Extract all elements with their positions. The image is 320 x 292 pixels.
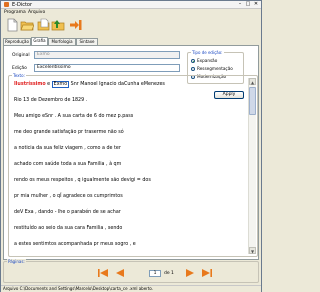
tab-reproducao[interactable]: Reprodução bbox=[3, 38, 31, 45]
minimize-button[interactable]: – bbox=[237, 2, 243, 7]
first-page-icon[interactable] bbox=[97, 267, 109, 279]
text-fragment: e bbox=[45, 82, 52, 87]
menu-arquivo[interactable]: Arquivo bbox=[28, 10, 45, 15]
original-label: Original bbox=[12, 53, 30, 58]
exit-icon[interactable] bbox=[69, 18, 83, 32]
close-button[interactable]: ✕ bbox=[253, 2, 259, 7]
text-group: Texto: Ilustríssimo e Exmo Snr Manoel Ig… bbox=[8, 73, 258, 257]
menu-programa[interactable]: Programa bbox=[4, 10, 26, 15]
radio-checked-icon bbox=[191, 59, 195, 63]
text-line: Rio 13 de Dezembro de 1829 . bbox=[14, 98, 88, 103]
text-line: a estes sentimtos acompanhada pr meus so… bbox=[14, 242, 136, 247]
open-file-icon[interactable] bbox=[36, 18, 50, 32]
app-window: E-Dictor – □ ✕ Programa Arquivo Reproduç… bbox=[0, 0, 262, 292]
tab-morfologia[interactable]: Morfologia bbox=[48, 38, 76, 45]
selected-word[interactable]: Exmo bbox=[51, 81, 70, 88]
text-line: restituído ao seio da sua cara Familia ,… bbox=[14, 226, 123, 231]
menu-bar: Programa Arquivo bbox=[1, 9, 261, 16]
text-line: Ilustríssimo e Exmo Snr Manoel Ignacio d… bbox=[14, 81, 165, 88]
status-bar: Arquivo C:\Documents and Settings\Marcel… bbox=[1, 285, 261, 292]
scroll-down-icon[interactable]: ▼ bbox=[249, 247, 256, 254]
text-line: Meu amigo eSnr . A sua carta de 6 do mez… bbox=[14, 114, 134, 119]
next-page-icon[interactable] bbox=[184, 267, 196, 279]
pages-title: Páginas: bbox=[7, 259, 26, 264]
text-group-title: Texto: bbox=[12, 73, 26, 78]
tab-grafia[interactable]: Grafia bbox=[31, 37, 48, 45]
app-icon bbox=[4, 2, 9, 7]
text-fragment: Snr Manoel Ignacio daCunha eMenezes bbox=[69, 82, 165, 87]
save-icon[interactable] bbox=[51, 18, 65, 32]
last-page-icon[interactable] bbox=[201, 267, 213, 279]
tab-sintaxe[interactable]: Sintaxe bbox=[76, 38, 98, 45]
scroll-thumb[interactable] bbox=[249, 87, 256, 115]
new-file-icon[interactable] bbox=[5, 18, 19, 32]
radio-expansao[interactable]: Expansão bbox=[191, 58, 217, 63]
maximize-button[interactable]: □ bbox=[245, 2, 251, 7]
edit-type-title: Tipo de edição: bbox=[191, 50, 224, 55]
page-number-input[interactable]: 1 bbox=[149, 270, 161, 277]
title-bar: E-Dictor – □ ✕ bbox=[1, 1, 261, 9]
radio-expansao-label: Expansão bbox=[197, 58, 218, 63]
text-line: deV Exa , dando - lhe o parabén de se ac… bbox=[14, 210, 121, 215]
text-line: me deo grande satisfação pr traserme não… bbox=[14, 130, 124, 135]
text-line: achado com saúde toda a sua Familia , à … bbox=[14, 162, 122, 167]
radio-ressegmentacao[interactable]: Ressegmentação bbox=[191, 66, 233, 71]
original-field[interactable]: Exmo bbox=[34, 51, 180, 59]
window-title: E-Dictor bbox=[12, 2, 33, 8]
radio-ressegmentacao-label: Ressegmentação bbox=[197, 66, 233, 71]
text-area[interactable]: Ilustríssimo e Exmo Snr Manoel Ignacio d… bbox=[12, 79, 247, 253]
open-folder-icon[interactable] bbox=[20, 18, 34, 32]
toolbar bbox=[1, 16, 261, 35]
highlighted-word[interactable]: Ilustríssimo bbox=[14, 82, 46, 87]
edicao-field[interactable]: Excelentíssimo bbox=[34, 64, 180, 72]
text-line: a noticia da sua feliz viagem , como a d… bbox=[14, 146, 121, 151]
vertical-scrollbar[interactable]: ▲ ▼ bbox=[248, 78, 256, 254]
edicao-label: Edição bbox=[12, 66, 27, 71]
scroll-up-icon[interactable]: ▲ bbox=[249, 78, 256, 85]
grafia-panel: Original Exmo Edição Excelentíssimo Tipo… bbox=[3, 45, 259, 260]
page-count-label: de 1 bbox=[164, 271, 174, 276]
text-line: pr mia mulher , o qÍ agradece os cumprim… bbox=[14, 194, 123, 199]
pages-group: Páginas: 1 de 1 bbox=[3, 259, 259, 283]
radio-unchecked-icon bbox=[191, 67, 195, 71]
text-line: rendo os meus respeitos , q igualmente s… bbox=[14, 178, 151, 183]
previous-page-icon[interactable] bbox=[114, 267, 126, 279]
